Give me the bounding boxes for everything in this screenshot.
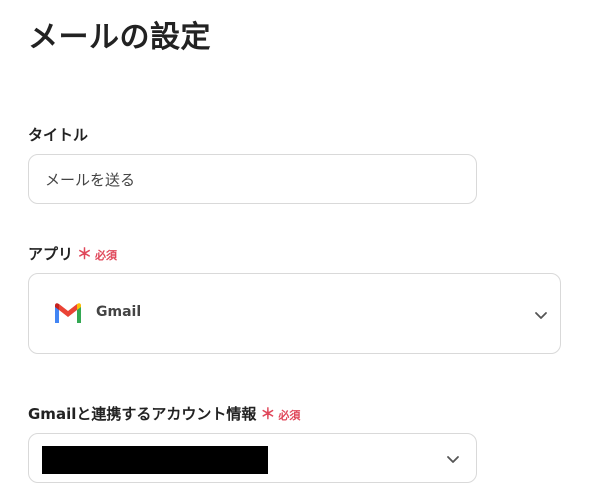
app-label-text: アプリ	[28, 245, 74, 263]
app-field-label: アプリ＊必須	[28, 243, 117, 264]
mail-settings-page: メールの設定 タイトル アプリ＊必須 Gmail Gmailと連携するアカウント…	[0, 0, 590, 503]
required-asterisk: ＊	[77, 245, 93, 263]
title-field-label: タイトル	[28, 124, 88, 145]
required-asterisk: ＊	[260, 405, 276, 423]
app-select[interactable]: Gmail	[28, 273, 561, 354]
account-select[interactable]	[28, 433, 477, 483]
account-field-label: Gmailと連携するアカウント情報＊必須	[28, 403, 300, 424]
selected-app-name: Gmail	[96, 304, 142, 320]
gmail-logo-icon	[55, 303, 81, 323]
chevron-down-icon	[535, 312, 547, 319]
page-title: メールの設定	[28, 20, 211, 55]
account-label-text: Gmailと連携するアカウント情報	[28, 405, 257, 423]
chevron-down-icon	[447, 456, 459, 463]
title-label-text: タイトル	[28, 126, 89, 144]
required-text: 必須	[278, 409, 301, 422]
required-text: 必須	[95, 249, 118, 262]
title-input[interactable]	[28, 154, 477, 204]
redacted-account-value	[42, 446, 268, 474]
